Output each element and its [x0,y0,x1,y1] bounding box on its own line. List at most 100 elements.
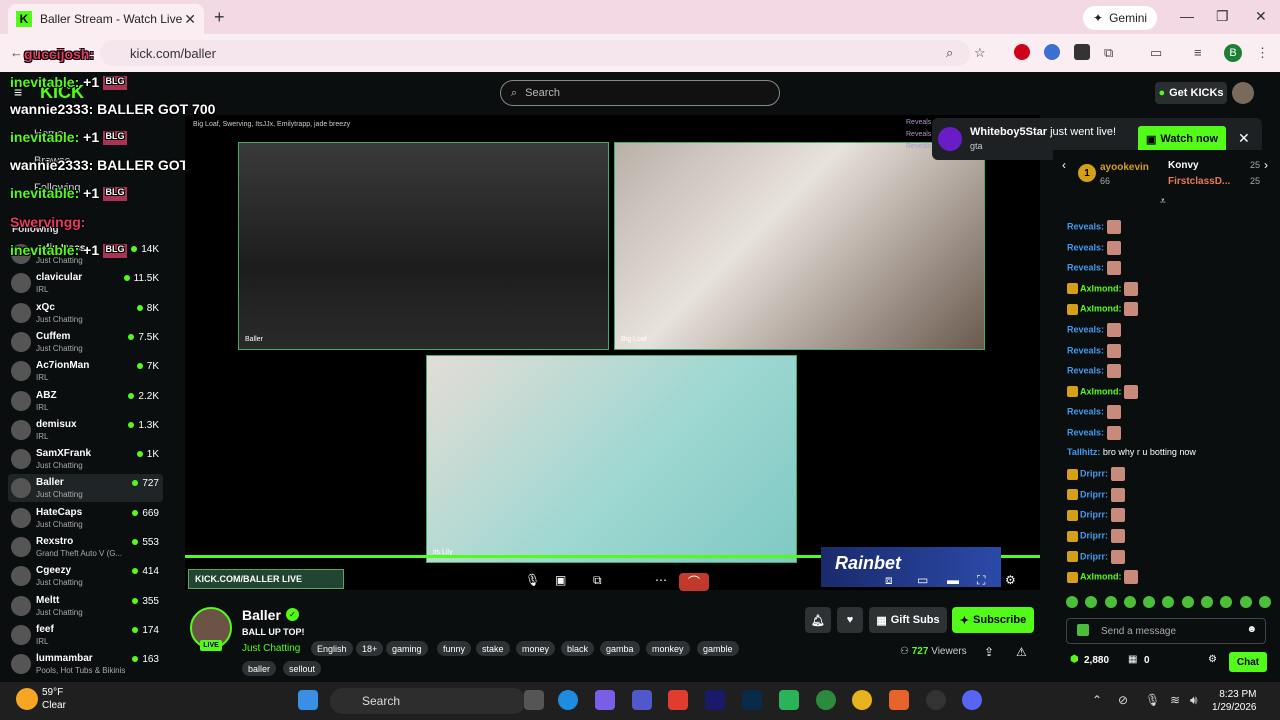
user-avatar[interactable] [1232,82,1254,104]
chat-message[interactable]: Reveals: [1067,343,1121,358]
chat-username[interactable]: Reveals: [1067,324,1104,334]
emote-icon[interactable] [1143,596,1156,608]
task-view-icon[interactable] [524,690,544,710]
chat-message[interactable]: Tallhitz: bro why r u botting now [1067,447,1196,457]
chat-username[interactable]: Reveals: [1067,221,1104,231]
sidebar-channel[interactable]: HateCaps Just Chatting 669 [8,504,163,532]
chat-username[interactable]: Driprr: [1080,469,1108,479]
zoom-icon[interactable]: ⌕ [946,45,953,61]
chat-username[interactable]: Driprr: [1080,551,1108,561]
bookmark-star-icon[interactable]: ☆ [974,45,986,61]
extension-icon[interactable] [1044,44,1060,60]
close-tab-icon[interactable]: ✕ [184,11,196,28]
premiere-icon[interactable] [705,690,725,710]
theater-icon[interactable]: ▭ [917,573,928,587]
emote-icon[interactable] [1258,596,1271,608]
emote-icon[interactable] [1201,596,1214,608]
extension-icon[interactable] [1074,44,1090,60]
chat-message[interactable]: Reveals: [1067,240,1121,255]
chat-username[interactable]: Reveals: [1067,407,1104,417]
stream-tag[interactable]: gaming [386,641,428,656]
search-input[interactable]: ⌕ Search [500,80,780,106]
back-icon[interactable]: ← [10,45,23,60]
chat-message[interactable]: Reveals: [1067,323,1121,337]
sidebar-channel[interactable]: Rexstro Grand Theft Auto V (G... 553 [8,533,163,561]
wifi-icon[interactable]: ≋ [1170,693,1180,707]
stream-tag[interactable]: monkey [646,641,690,656]
chat-username[interactable]: Axlmond: [1080,304,1122,314]
tray-icon[interactable]: ⊘ [1118,693,1128,707]
stream-tag[interactable]: funny [437,641,472,656]
chat-message[interactable]: Axlmond: [1067,281,1139,296]
report-icon[interactable]: ⚠ [1016,645,1027,659]
chat-message[interactable]: Reveals: [1067,405,1121,420]
teams-icon[interactable] [632,690,652,710]
gift-count[interactable]: 0 [1144,655,1150,666]
stream-tag[interactable]: money [516,641,556,656]
chat-message[interactable]: Reveals: [1067,364,1121,379]
video-player[interactable]: Big Loaf, Swerving, ItsJJx, Emilytrapp, … [185,115,1040,591]
extensions-puzzle-icon[interactable]: ⧉ [1104,45,1113,61]
chrome-profile-icon[interactable] [816,690,836,710]
opera-extension-icon[interactable] [1014,44,1030,60]
chat-send-button[interactable]: Chat [1229,652,1267,672]
sidebar-channel[interactable]: feef IRL 174 [8,621,163,649]
chat-username[interactable]: Driprr: [1080,510,1108,520]
stream-tag[interactable]: gamba [600,641,640,656]
chat-message[interactable]: Reveals: [1067,426,1121,440]
tray-chevron-icon[interactable]: ⌃ [1092,693,1102,707]
browser-tab[interactable]: K Baller Stream - Watch Live on Kick ✕ [8,4,204,34]
fullscreen-icon[interactable]: ⛶ [977,573,985,588]
emote-icon[interactable] [1104,596,1117,608]
minimize-icon[interactable]: — [1180,8,1194,24]
emote-icon[interactable] [1239,596,1252,608]
gemini-button[interactable]: ✦ Gemini [1083,6,1158,30]
photoshop-icon[interactable] [742,690,762,710]
sidebar-channel[interactable]: Baller Just Chatting 727 [8,474,163,503]
side-panel-icon[interactable]: ▭ [1150,45,1162,61]
chat-message[interactable]: Driprr: [1067,467,1125,482]
app-icon[interactable] [926,690,946,710]
chat-message[interactable]: Reveals: [1067,220,1121,234]
copilot-icon[interactable] [595,690,615,710]
media-icon[interactable]: ≡ [1194,45,1202,60]
sidebar-channel[interactable]: ABZ IRL 2.2K [8,387,163,415]
expand-leaderboard-icon[interactable]: ⩡ [1160,196,1166,207]
share-icon[interactable]: ⇪ [984,645,994,659]
minimize-player-icon[interactable]: ▬ [947,573,959,587]
sidebar-channel[interactable]: Meltt Just Chatting 355 [8,592,163,620]
stream-tag[interactable]: sellout [283,661,322,676]
chat-username[interactable]: Driprr: [1080,489,1108,499]
microphone-icon[interactable]: 🎙︎ [1145,693,1160,707]
chat-username[interactable]: Tallhitz: [1067,447,1100,457]
notification-bell-button[interactable]: 🔔︎ [805,607,831,633]
stream-tag[interactable]: black [561,641,595,656]
follow-button[interactable]: ♥ [837,607,863,633]
stream-tag[interactable]: gamble [697,641,739,656]
chat-username[interactable]: Driprr: [1080,530,1108,540]
weather-widget[interactable]: 59°F Clear [16,686,66,712]
emote-icon[interactable] [1181,596,1194,608]
edge-icon[interactable] [558,690,578,710]
profile-avatar[interactable]: B [1224,44,1242,62]
get-kicks-button[interactable]: ● Get KICKs [1155,82,1227,104]
discord-icon[interactable] [962,690,982,710]
stream-tag[interactable]: stake [476,641,510,656]
chat-message[interactable]: Driprr: [1067,549,1125,564]
sidebar-channel[interactable]: demisux IRL 1.3K [8,416,163,444]
chat-message-input[interactable]: Send a message ☻ [1066,618,1266,644]
subscribe-button[interactable]: ✦ Subscribe [952,607,1034,633]
menu-dots-icon[interactable]: ⋮ [1256,45,1269,61]
stream-tag[interactable]: English [311,641,353,656]
chat-message[interactable]: Driprr: [1067,529,1125,543]
taskbar-search[interactable]: Search [330,688,526,714]
gift-subs-button[interactable]: ▦ Gift Subs [869,607,947,633]
emote-icon[interactable] [1220,596,1233,608]
chat-username[interactable]: Axlmond: [1080,572,1122,582]
chat-message[interactable]: Driprr: [1067,508,1125,523]
sidebar-channel[interactable]: Cgeezy Just Chatting 414 [8,562,163,590]
emote-icon[interactable] [1066,596,1078,608]
chat-message[interactable]: Reveals: [1067,261,1121,276]
sidebar-channel[interactable]: clavicular IRL 11.5K [8,269,163,297]
windows-start-icon[interactable] [298,690,318,710]
